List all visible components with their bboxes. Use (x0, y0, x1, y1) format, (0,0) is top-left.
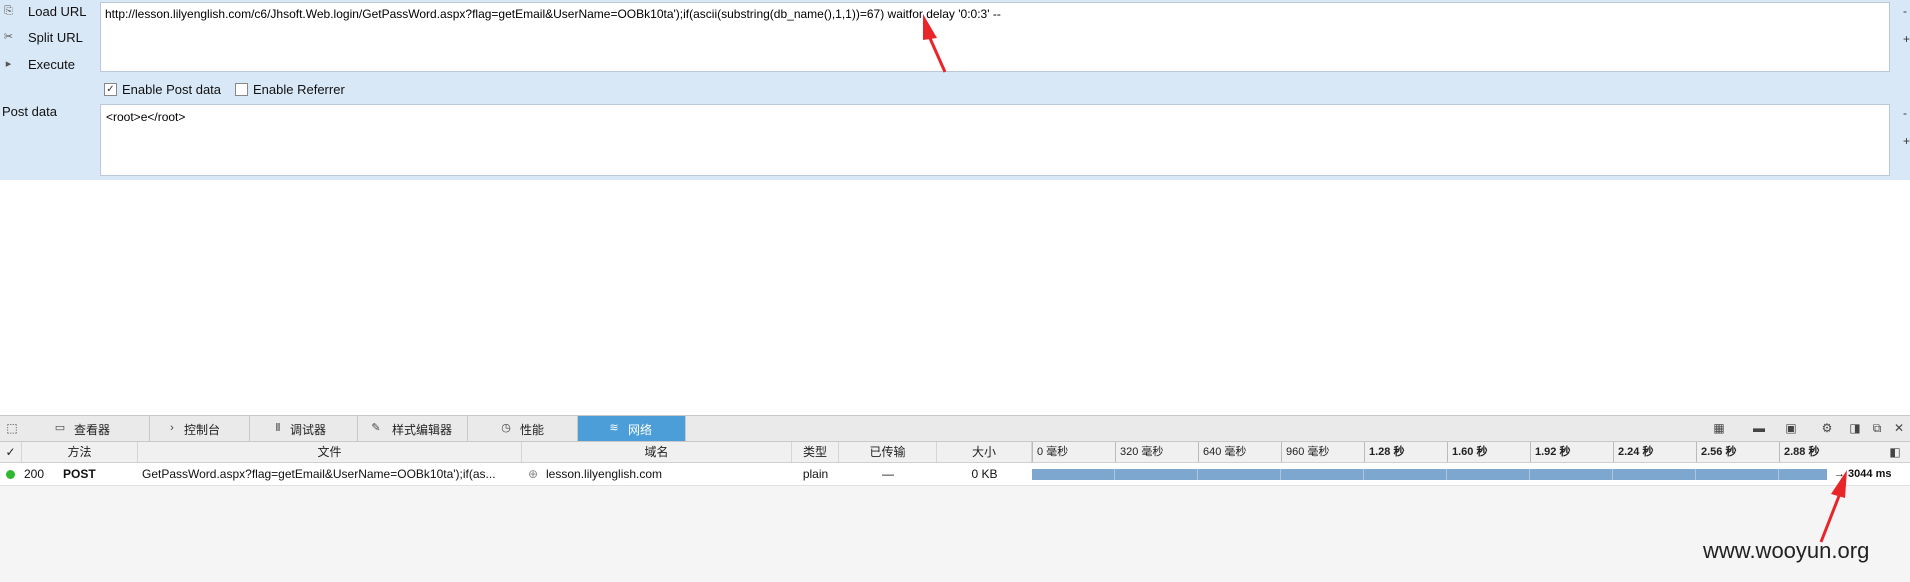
tab-debugger[interactable]: Ⅱ 调试器 (250, 416, 358, 441)
tab-inspector[interactable]: ▭ 查看器 (42, 416, 150, 441)
col-check[interactable]: ✓ (0, 442, 22, 462)
url-grow-button[interactable]: + (1903, 32, 1910, 46)
debugger-icon: Ⅱ (275, 422, 281, 434)
annotation-arrow-timing (1819, 470, 1847, 543)
post-shrink-button[interactable]: - (1903, 106, 1907, 120)
timeline-tick: 960 毫秒 (1281, 442, 1364, 462)
col-type[interactable]: 类型 (792, 442, 839, 462)
url-textarea[interactable]: http://lesson.lilyenglish.com/c6/Jhsoft.… (100, 2, 1890, 72)
col-file[interactable]: 文件 (138, 442, 522, 462)
post-data-value: <root>e</root> (106, 110, 186, 124)
col-transferred[interactable]: 已传输 (839, 442, 937, 462)
request-method: POST (63, 467, 96, 481)
tab-style-editor[interactable]: ✎ 样式编辑器 (358, 416, 468, 441)
gear-icon[interactable]: ⚙ (1820, 421, 1834, 435)
post-data-label: Post data (2, 104, 57, 119)
status-code: 200 (24, 467, 45, 481)
status-dot-icon (6, 470, 15, 479)
style-editor-icon: ✎ (371, 422, 381, 434)
timeline-tick: 1.28 秒 (1364, 442, 1447, 462)
timeline-tick: 2.24 秒 (1613, 442, 1696, 462)
screenshot-icon[interactable]: ▣ (1784, 421, 1798, 435)
request-domain: lesson.lilyenglish.com (546, 467, 663, 481)
timeline-tick: 2.56 秒 (1696, 442, 1779, 462)
url-shrink-button[interactable]: - (1903, 4, 1907, 18)
hackbar-panel: ⎘ Load URL ✂ Split URL ▸ Execute http://… (0, 0, 1910, 180)
globe-icon: ⊕ (528, 467, 539, 481)
responsive-layout-icon[interactable]: ▦ (1712, 421, 1726, 435)
play-icon: ▸ (5, 58, 12, 70)
console-icon: › (170, 422, 174, 434)
dock-side-icon[interactable]: ◨ (1848, 421, 1862, 435)
post-grow-button[interactable]: + (1903, 134, 1910, 148)
tab-console[interactable]: › 控制台 (150, 416, 250, 441)
watermark: www.wooyun.org (1703, 538, 1870, 563)
inspector-icon: ▭ (54, 422, 66, 434)
checked-icon: ✓ (104, 83, 117, 96)
toggle-sidebar-icon[interactable]: ◧ (1888, 445, 1902, 459)
unchecked-icon (235, 83, 248, 96)
pick-element-icon[interactable]: ⬚ (5, 421, 19, 435)
timing-bar (1032, 469, 1827, 480)
dock-bottom-icon[interactable]: ▬ (1752, 421, 1766, 435)
load-url-icon: ⎘ (4, 5, 13, 17)
enable-post-data-checkbox[interactable]: ✓ Enable Post data (104, 82, 224, 98)
execute-button[interactable]: ▸ Execute (0, 54, 98, 76)
performance-icon: ◷ (501, 422, 511, 434)
devtools-panel: ⬚ ▭ 查看器 › 控制台 Ⅱ 调试器 ✎ 样式编辑器 ◷ 性能 ≋ 网络 ▦ … (0, 415, 1910, 582)
scissors-icon: ✂ (3, 31, 14, 43)
col-size[interactable]: 大小 (937, 442, 1032, 462)
col-domain[interactable]: 域名 (522, 442, 792, 462)
tab-network[interactable]: ≋ 网络 (578, 416, 686, 441)
request-transferred: — (882, 467, 894, 481)
enable-referrer-checkbox[interactable]: Enable Referrer (235, 82, 355, 98)
timeline-tick: 640 毫秒 (1198, 442, 1281, 462)
tab-performance[interactable]: ◷ 性能 (468, 416, 578, 441)
close-icon[interactable]: ✕ (1892, 421, 1906, 435)
separate-window-icon[interactable]: ⧉ (1870, 421, 1884, 435)
network-icon: ≋ (609, 422, 619, 434)
request-size: 0 KB (971, 467, 998, 481)
annotation-arrow-url (923, 14, 947, 73)
timeline-tick: 320 毫秒 (1115, 442, 1198, 462)
timeline-tick: 2.88 秒 (1779, 442, 1879, 462)
request-file: GetPassWord.aspx?flag=getEmail&UserName=… (142, 467, 496, 481)
split-url-button[interactable]: ✂ Split URL (0, 27, 98, 49)
request-type: plain (802, 467, 829, 481)
url-value: http://lesson.lilyenglish.com/c6/Jhsoft.… (105, 7, 1001, 21)
post-data-textarea[interactable]: <root>e</root> (100, 104, 1890, 176)
network-column-header: ✓ 方法 文件 域名 类型 已传输 大小 0 毫秒 320 毫秒 640 毫秒 … (0, 442, 1910, 463)
load-url-button[interactable]: ⎘ Load URL (0, 1, 98, 23)
timeline-tick: 1.60 秒 (1447, 442, 1530, 462)
timeline-tick: 0 毫秒 (1032, 442, 1115, 462)
devtools-tabbar: ⬚ ▭ 查看器 › 控制台 Ⅱ 调试器 ✎ 样式编辑器 ◷ 性能 ≋ 网络 ▦ … (0, 416, 1910, 442)
timeline-tick: 1.92 秒 (1530, 442, 1613, 462)
table-row[interactable]: 200 POST GetPassWord.aspx?flag=getEmail&… (0, 463, 1910, 486)
col-method[interactable]: 方法 (22, 442, 138, 462)
